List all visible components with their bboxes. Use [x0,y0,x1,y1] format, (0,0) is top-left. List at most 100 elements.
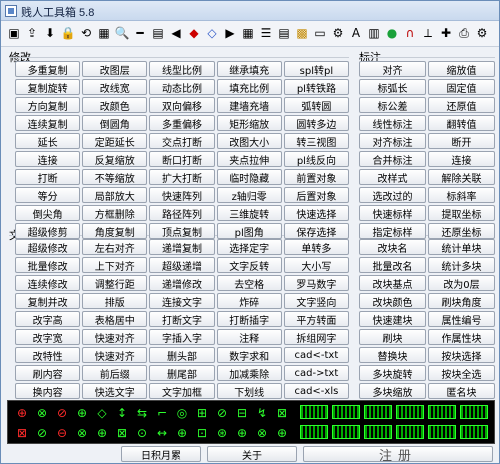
text-button[interactable]: 排版 [82,293,148,309]
modify-button[interactable]: 填充比例 [216,79,282,95]
preview-symbol[interactable]: ⊙ [132,423,152,443]
preview-pattern[interactable] [460,405,488,419]
arrow-right-icon[interactable]: ▶ [221,24,239,42]
preview-pattern[interactable] [428,405,456,419]
preview-symbol[interactable]: ◇ [92,403,112,423]
preview-symbol[interactable]: ⊕ [12,403,32,423]
preview-pattern[interactable] [300,425,328,439]
text-button[interactable]: 调整行距 [82,275,148,291]
block-button[interactable]: 按块全选 [428,365,495,381]
preview-symbol[interactable]: ⊕ [172,423,192,443]
print-icon[interactable]: ⎙ [455,24,473,42]
block-button[interactable]: 改块基点 [359,275,426,291]
text-button[interactable]: 改字宽 [15,329,81,345]
align-icon[interactable]: ☰ [257,24,275,42]
block-button[interactable]: 统计单块 [428,239,495,255]
about-button[interactable]: 关于 [207,446,297,462]
preview-pattern[interactable] [396,405,424,419]
mark-button[interactable]: 标弧长 [359,79,426,95]
layer-red-icon[interactable]: ◆ [185,24,203,42]
preview-symbol[interactable]: ⌐ [152,403,172,423]
text-button[interactable]: cad->txt [283,365,349,381]
modify-button[interactable]: 等分 [15,187,81,203]
text-button[interactable]: 超级递增 [149,257,215,273]
preview-symbol[interactable]: ⊗ [32,403,52,423]
zoom-icon[interactable]: 🔍 [113,24,131,42]
text-button[interactable]: 上下对齐 [82,257,148,273]
mark-button[interactable]: 线性标注 [359,115,426,131]
cross-icon[interactable]: ✚ [437,24,455,42]
block-button[interactable]: 刷块 [359,329,426,345]
block-button[interactable]: 属性编号 [428,311,495,327]
modify-button[interactable]: 连接 [15,151,81,167]
modify-button[interactable]: 连续复制 [15,115,81,131]
mark-button[interactable]: 固定值 [428,79,495,95]
modify-button[interactable]: 后置对象 [283,187,349,203]
text-button[interactable]: 删尾部 [149,365,215,381]
import-icon[interactable]: ⬇ [41,24,59,42]
modify-button[interactable]: 三维旋转 [216,205,282,221]
modify-button[interactable]: pl转铁路 [283,79,349,95]
text-button[interactable]: 炸碎 [216,293,282,309]
modify-button[interactable]: 矩形缩放 [216,115,282,131]
preview-symbol[interactable]: ⊠ [272,403,292,423]
undo-icon[interactable]: ⟲ [77,24,95,42]
mark-button[interactable]: 改样式 [359,169,426,185]
preview-symbol[interactable]: ⊕ [92,423,112,443]
modify-button[interactable]: 局部放大 [82,187,148,203]
block-icon[interactable]: ▤ [149,24,167,42]
modify-button[interactable]: 改图大小 [216,133,282,149]
mark-button[interactable]: 缩放值 [428,61,495,77]
export-icon[interactable]: ⇪ [23,24,41,42]
arrow-left-icon[interactable]: ◀ [167,24,185,42]
modify-button[interactable]: 夹点拉伸 [216,151,282,167]
mark-button[interactable]: 指定标样 [359,223,426,239]
mark-button[interactable]: 标斜率 [428,187,495,203]
preview-symbol[interactable]: ⊗ [72,423,92,443]
settings-icon[interactable]: ⚙ [329,24,347,42]
modify-button[interactable]: 改图层 [82,61,148,77]
mark-button[interactable]: 提取坐标 [428,205,495,221]
text-button[interactable]: 换内容 [15,383,81,399]
green-icon[interactable]: ● [383,24,401,42]
text-button[interactable]: 文字竖向 [283,293,349,309]
modify-button[interactable]: 改颜色 [82,97,148,113]
modify-button[interactable]: 超级修剪 [15,223,81,239]
modify-button[interactable]: 延长 [15,133,81,149]
modify-button[interactable]: 倒尖角 [15,205,81,221]
modify-button[interactable]: 保存选择 [283,223,349,239]
preview-symbol[interactable]: ↕ [112,403,132,423]
modify-button[interactable]: 多重偏移 [149,115,215,131]
modify-button[interactable]: 定距延长 [82,133,148,149]
text-button[interactable]: 快选文字 [82,383,148,399]
modify-button[interactable]: 顶点复制 [149,223,215,239]
mark-button[interactable]: 标公差 [359,97,426,113]
preview-symbol[interactable]: ↔ [152,423,172,443]
preview-symbol[interactable]: ⊠ [112,423,132,443]
mark-button[interactable]: 连接 [428,151,495,167]
preview-symbol[interactable]: ⊟ [232,403,252,423]
text-button[interactable]: cad<-xls [283,383,349,399]
text-button[interactable]: 连接文字 [149,293,215,309]
modify-button[interactable]: z轴归零 [216,187,282,203]
text-button[interactable]: 字插入字 [149,329,215,345]
modify-button[interactable]: 复制旋转 [15,79,81,95]
block-button[interactable]: 改块颜色 [359,293,426,309]
modify-button[interactable]: 角度复制 [82,223,148,239]
preview-symbol[interactable]: ◎ [172,403,192,423]
text-button[interactable]: 超级修改 [15,239,81,255]
text-button[interactable]: 删头部 [149,347,215,363]
block-button[interactable]: 多块旋转 [359,365,426,381]
text-button[interactable]: 打断插字 [216,311,282,327]
preview-pattern[interactable] [396,425,424,439]
text-button[interactable]: 递增修改 [149,275,215,291]
block-button[interactable]: 刷块角度 [428,293,495,309]
modify-button[interactable]: 扩大打断 [149,169,215,185]
text-button[interactable]: 下划线 [216,383,282,399]
color-grid-icon[interactable]: ▩ [293,24,311,42]
preview-symbol[interactable]: ⊠ [12,423,32,443]
preview-pattern[interactable] [332,425,360,439]
block-preview-strip[interactable]: ⊕ ⊗ ⊘ ⊕ ◇ ↕ ⇆ ⌐ ◎ ⊞ ⊘ ⊟ ↯ ⊠ ⊠ ⊘ ⊖ ⊗ ⊕ ⊠ ⊙ ↔ ⊕ ⊡ ⊛ ⊕ ⊗ ⊕ [7,400,495,444]
block-button[interactable]: 批量改名 [359,257,426,273]
preview-pattern[interactable] [428,425,456,439]
